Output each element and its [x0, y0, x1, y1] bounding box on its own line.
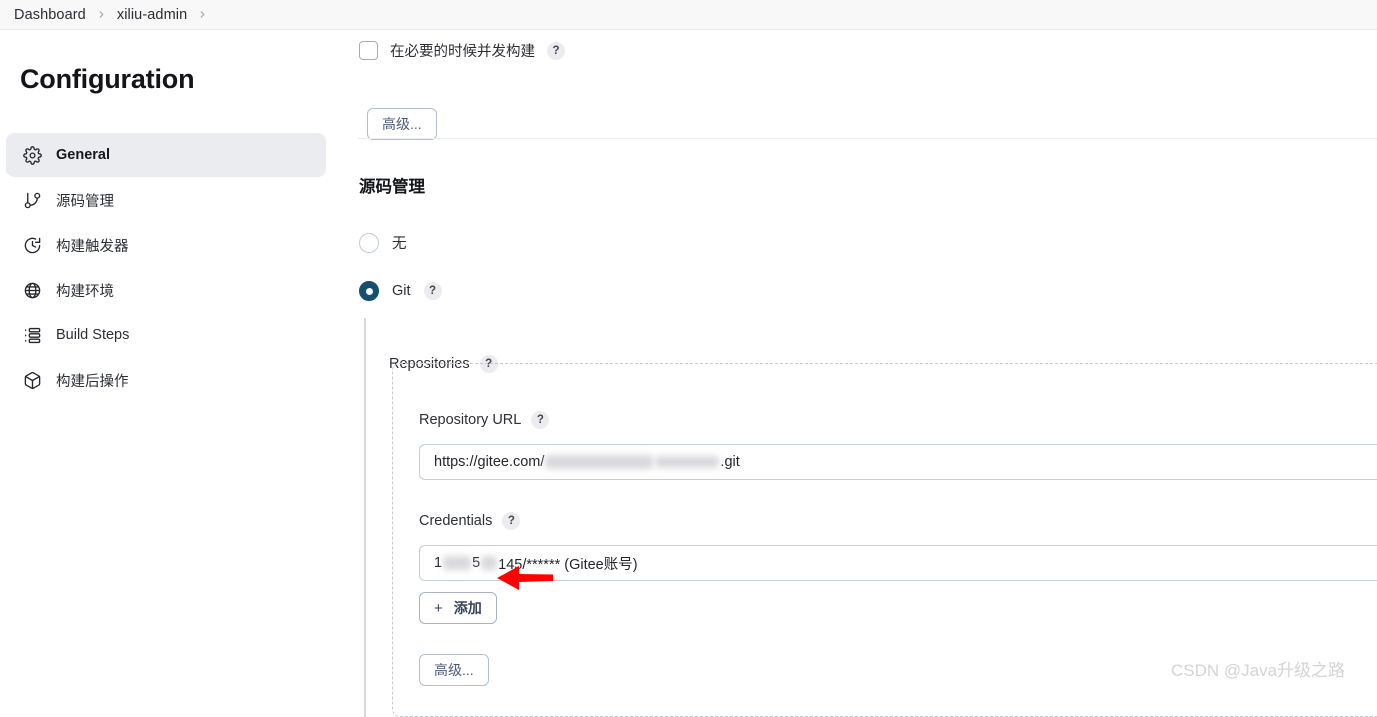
- scm-option-label: 无: [392, 236, 407, 252]
- configuration-pane: Configuration General 源码管理 构建触发器 构建环境 Bu…: [0, 30, 350, 687]
- redacted-mask: [655, 456, 720, 468]
- scm-option-none[interactable]: 无: [359, 232, 407, 253]
- help-icon[interactable]: ?: [423, 282, 442, 300]
- scm-section-heading: 源码管理: [359, 178, 425, 196]
- radio-button[interactable]: [359, 232, 379, 253]
- sidebar-item-label: 源码管理: [56, 193, 114, 210]
- credentials-value-suffix: 145/****** (Gitee账号): [498, 556, 638, 573]
- credentials-value-prefix: 1: [434, 555, 443, 571]
- page-title: Configuration: [20, 64, 195, 94]
- list-steps-icon: [22, 325, 42, 345]
- repository-url-value-suffix: .git: [720, 454, 740, 470]
- breadcrumb: Dashboard xiliu-admin: [0, 0, 1377, 30]
- sidebar-item-build-steps[interactable]: Build Steps: [6, 313, 326, 357]
- breadcrumb-item-dashboard[interactable]: Dashboard: [6, 7, 94, 23]
- clock-icon: [22, 235, 42, 255]
- scm-option-git[interactable]: Git ?: [359, 281, 442, 301]
- git-branch-icon: [22, 190, 42, 210]
- sidebar-nav: General 源码管理 构建触发器 构建环境 Build Steps 构建后操…: [6, 133, 326, 403]
- configuration-form: 在必要的时候并发构建 ? 高级... 源码管理 无 Git ? Reposito…: [350, 30, 1377, 717]
- sidebar-item-general[interactable]: General: [6, 133, 326, 177]
- repository-url-value-prefix: https://gitee.com/: [434, 454, 545, 470]
- watermark: CSDN @Java升级之路: [1171, 661, 1346, 680]
- repository-url-label: Repository URL: [419, 412, 522, 428]
- credentials-label-row: Credentials ?: [419, 512, 521, 530]
- help-icon[interactable]: ?: [531, 411, 550, 429]
- sidebar-item-post-build-actions[interactable]: 构建后操作: [6, 358, 326, 402]
- advanced-button-top[interactable]: 高级...: [367, 108, 437, 140]
- sidebar-item-scm[interactable]: 源码管理: [6, 178, 326, 222]
- package-icon: [22, 370, 42, 390]
- repository-url-input[interactable]: https://gitee.com/ .git: [419, 444, 1377, 480]
- globe-icon: [22, 280, 42, 300]
- sidebar-item-label: 构建触发器: [56, 238, 129, 255]
- redacted-mask: [443, 556, 472, 570]
- redacted-mask: [481, 556, 498, 570]
- help-icon[interactable]: ?: [502, 512, 521, 530]
- add-button-label: 添加: [453, 600, 482, 616]
- help-icon[interactable]: ?: [547, 41, 565, 60]
- redacted-mask: [545, 455, 654, 469]
- add-credentials-button[interactable]: + 添加: [419, 592, 497, 624]
- chevron-right-icon: [195, 9, 210, 20]
- concurrent-build-checkbox[interactable]: [359, 41, 378, 60]
- radio-dot: [365, 287, 373, 295]
- credentials-label: Credentials: [419, 513, 493, 529]
- breadcrumb-item-project[interactable]: xiliu-admin: [109, 7, 195, 23]
- gear-icon: [22, 145, 42, 165]
- scm-option-label: Git: [392, 283, 411, 299]
- advanced-button-repository[interactable]: 高级...: [419, 654, 489, 686]
- repository-url-label-row: Repository URL ?: [419, 411, 550, 429]
- chevron-right-icon: [94, 9, 109, 20]
- credentials-select[interactable]: 1 5 145/****** (Gitee账号): [419, 545, 1377, 581]
- concurrent-build-row: 在必要的时候并发构建 ?: [359, 40, 565, 61]
- sidebar-item-build-triggers[interactable]: 构建触发器: [6, 223, 326, 267]
- sidebar-item-label: 构建环境: [56, 283, 114, 300]
- sidebar-item-label: 构建后操作: [56, 373, 129, 390]
- git-section-rule: [364, 318, 366, 717]
- radio-button-selected[interactable]: [359, 281, 379, 301]
- sidebar-item-label: General: [56, 147, 110, 163]
- section-divider: [358, 138, 1377, 139]
- sidebar-item-label: Build Steps: [56, 327, 130, 343]
- concurrent-build-label: 在必要的时候并发构建: [390, 44, 535, 60]
- credentials-value-mid: 5: [472, 555, 481, 571]
- plus-icon: +: [434, 599, 443, 617]
- sidebar-item-build-environment[interactable]: 构建环境: [6, 268, 326, 312]
